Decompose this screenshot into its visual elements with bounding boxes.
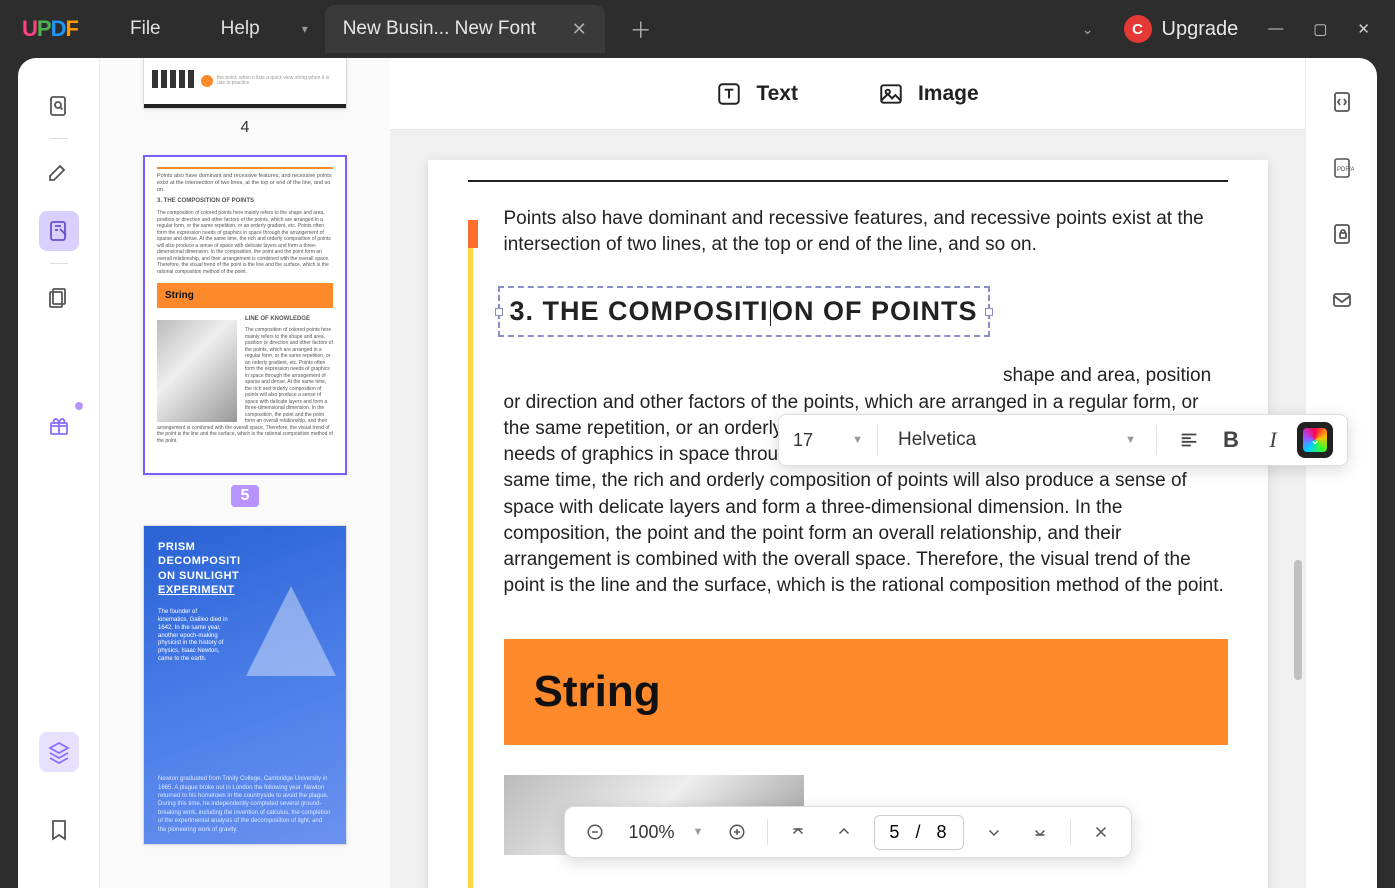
window-dropdown[interactable]: ⌄ [1082, 21, 1094, 38]
edit-toolbar: Text Image [390, 58, 1305, 130]
last-page-button[interactable] [1024, 816, 1056, 848]
scrollbar-thumb[interactable] [1294, 560, 1302, 680]
edit-icon[interactable] [39, 211, 79, 251]
pages-icon[interactable] [39, 278, 79, 318]
menu-file[interactable]: File [100, 18, 191, 40]
paragraph-1[interactable]: Points also have dominant and recessive … [504, 206, 1228, 258]
tab-list-dropdown[interactable]: ▾ [290, 22, 320, 36]
highlighter-icon[interactable] [39, 153, 79, 193]
thumbnail-panel: the point, when it lists a quick view st… [100, 58, 390, 888]
pdfa-icon[interactable]: PDF/A [1322, 148, 1362, 188]
next-page-button[interactable] [978, 816, 1010, 848]
thumbnail-number-5: 5 [231, 485, 260, 507]
close-nav-button[interactable] [1085, 816, 1117, 848]
prev-page-button[interactable] [828, 816, 860, 848]
page-indicator[interactable]: 5 / 8 [874, 815, 963, 850]
string-heading-block[interactable]: String [504, 639, 1228, 745]
page-content: Points also have dominant and recessive … [428, 160, 1268, 888]
upgrade-button[interactable]: C Upgrade [1124, 15, 1239, 43]
paragraph-2[interactable]: The composition of colored points here m… [504, 363, 1228, 599]
maximize-button[interactable]: ▢ [1313, 20, 1327, 38]
search-icon[interactable] [39, 86, 79, 126]
font-size-select[interactable]: 17▼ [793, 430, 863, 451]
text-format-toolbar: 17▼ Helvetica▼ B I ⌄ [778, 414, 1348, 466]
left-tool-rail [18, 58, 100, 888]
zoom-in-button[interactable] [721, 816, 753, 848]
first-page-button[interactable] [782, 816, 814, 848]
titlebar: UPDF File Help ▾ New Busin... New Font ✕… [0, 0, 1395, 58]
app-logo: UPDF [0, 16, 100, 42]
email-icon[interactable] [1322, 280, 1362, 320]
editable-heading[interactable]: 3. THE COMPOSITION OF POINTS [498, 286, 990, 337]
minimize-button[interactable]: — [1268, 20, 1283, 38]
right-tool-rail: PDF/A [1305, 58, 1377, 888]
bold-button[interactable]: B [1213, 422, 1249, 458]
thumbnail-number-4: 4 [241, 119, 250, 137]
convert-icon[interactable] [1322, 82, 1362, 122]
protect-icon[interactable] [1322, 214, 1362, 254]
main-area: the point, when it lists a quick view st… [18, 58, 1377, 888]
bookmark-icon[interactable] [39, 810, 79, 850]
add-text-tool[interactable]: Text [716, 81, 798, 107]
zoom-dropdown-icon[interactable]: ▼ [693, 826, 704, 838]
document-tab[interactable]: New Busin... New Font ✕ [325, 5, 605, 53]
italic-button[interactable]: I [1255, 422, 1291, 458]
page-viewport[interactable]: Points also have dominant and recessive … [390, 130, 1305, 888]
gift-icon[interactable] [39, 406, 79, 446]
close-button[interactable]: ✕ [1357, 20, 1370, 38]
zoom-out-button[interactable] [578, 816, 610, 848]
svg-text:PDF/A: PDF/A [1337, 167, 1354, 173]
font-family-select[interactable]: Helvetica▼ [892, 429, 1142, 451]
tab-close-icon[interactable]: ✕ [572, 19, 587, 40]
layers-icon[interactable] [39, 732, 79, 772]
text-color-button[interactable]: ⌄ [1297, 422, 1333, 458]
menu-help[interactable]: Help [191, 18, 290, 40]
window-controls: — ▢ ✕ [1268, 20, 1370, 38]
align-left-icon[interactable] [1171, 422, 1207, 458]
add-image-tool[interactable]: Image [878, 81, 979, 107]
thumbnail-page-4[interactable]: the point, when it lists a quick view st… [143, 58, 347, 109]
upgrade-label: Upgrade [1162, 18, 1239, 41]
user-badge: C [1124, 15, 1152, 43]
zoom-value: 100% [624, 822, 678, 843]
document-area: Text Image Points also have dominant and… [390, 58, 1305, 888]
thumbnail-page-6[interactable]: PRISM DECOMPOSITI ON SUNLIGHT EXPERIMENT… [143, 525, 347, 845]
new-tab-button[interactable]: ＋ [630, 13, 652, 45]
thumbnail-page-5[interactable]: Points also have dominant and recessive … [143, 155, 347, 475]
tab-title: New Busin... New Font [343, 18, 562, 40]
page-navigation-bar: 100% ▼ 5 / 8 [563, 806, 1131, 858]
